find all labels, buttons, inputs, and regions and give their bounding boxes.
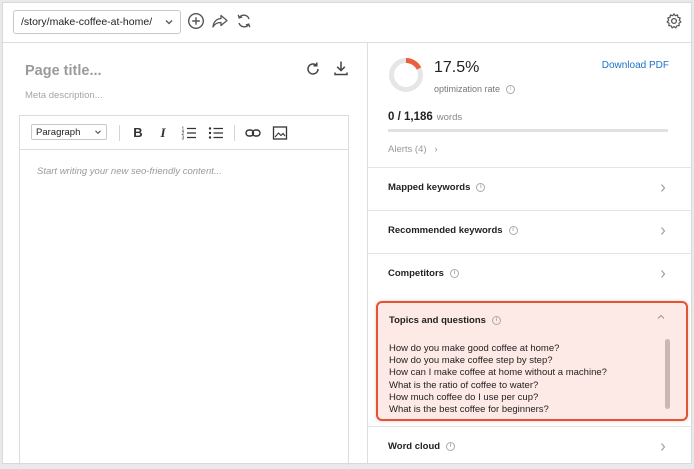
- paragraph-style-select[interactable]: Paragraph: [31, 124, 107, 140]
- sync-icon[interactable]: [235, 12, 253, 30]
- mapped-keywords-title: Mapped keywords: [388, 182, 471, 193]
- optimization-rate-ring: [389, 58, 423, 92]
- url-path-value: /story/make-coffee-at-home/: [21, 16, 153, 28]
- word-count: 0 / 1,186 words: [388, 111, 462, 123]
- word-count-value: 0 / 1,186: [388, 111, 433, 123]
- question-item[interactable]: How much coffee do I use per cup?: [389, 392, 607, 404]
- section-topics-and-questions[interactable]: Topics and questions i How do you make go…: [376, 301, 688, 421]
- word-count-progress: [388, 129, 668, 132]
- chevron-up-icon[interactable]: [656, 313, 666, 321]
- page-title-input[interactable]: Page title...: [25, 63, 102, 79]
- questions-list: How do you make good coffee at home? How…: [389, 343, 607, 416]
- chevron-right-icon: [661, 443, 666, 451]
- info-icon[interactable]: i: [449, 268, 459, 278]
- section-competitors[interactable]: Competitors i: [368, 254, 691, 296]
- content-placeholder[interactable]: Start writing your new seo-friendly cont…: [37, 166, 222, 177]
- link-icon[interactable]: [245, 125, 261, 141]
- info-icon[interactable]: i: [446, 441, 456, 451]
- topics-title: Topics and questions: [389, 315, 486, 326]
- chevron-down-icon: [95, 130, 101, 135]
- meta-description-input[interactable]: Meta description...: [25, 90, 103, 101]
- gear-icon[interactable]: [665, 12, 683, 30]
- chevron-right-icon: [661, 227, 666, 235]
- paragraph-style-value: Paragraph: [36, 127, 81, 138]
- info-icon[interactable]: i: [476, 182, 486, 192]
- image-icon[interactable]: [272, 125, 288, 141]
- chevron-right-icon: [661, 270, 666, 278]
- optimization-rate-text: optimization rate: [434, 84, 501, 94]
- toolbar-divider: [234, 125, 235, 141]
- alerts-toggle[interactable]: Alerts (4) ›: [388, 144, 438, 155]
- info-icon[interactable]: i: [508, 225, 518, 235]
- optimization-rate-label: optimization rate i: [434, 84, 516, 95]
- share-icon[interactable]: [211, 12, 229, 30]
- app-window: /story/make-coffee-at-home/ Page title..…: [2, 2, 692, 465]
- chevron-right-icon: ›: [434, 144, 438, 155]
- chevron-right-icon: [661, 184, 666, 192]
- section-recommended-keywords[interactable]: Recommended keywords i: [368, 211, 691, 253]
- bold-icon[interactable]: B: [130, 125, 146, 141]
- section-label: Topics and questions i: [389, 315, 501, 326]
- question-item[interactable]: How can I make coffee at home without a …: [389, 367, 607, 379]
- toolbar-divider: [119, 125, 120, 141]
- section-label: Word cloud i: [388, 441, 456, 452]
- chevron-down-icon: [165, 20, 173, 25]
- editor-toolbar: Paragraph B I 123: [20, 116, 348, 150]
- question-item[interactable]: How do you make good coffee at home?: [389, 343, 607, 355]
- section-mapped-keywords[interactable]: Mapped keywords i: [368, 168, 691, 210]
- words-label: words: [436, 112, 463, 123]
- question-item[interactable]: What is the best coffee for beginners?: [389, 404, 607, 416]
- question-item[interactable]: What is the ratio of coffee to water?: [389, 380, 607, 392]
- download-icon[interactable]: [333, 60, 349, 76]
- top-toolbar: /story/make-coffee-at-home/: [3, 3, 691, 43]
- alerts-label: Alerts (4): [388, 144, 427, 155]
- download-pdf-link[interactable]: Download PDF: [602, 60, 669, 71]
- section-label: Competitors i: [388, 268, 459, 279]
- info-icon[interactable]: i: [506, 85, 516, 95]
- questions-scrollbar[interactable]: [665, 339, 670, 409]
- section-word-cloud[interactable]: Word cloud i: [368, 427, 691, 469]
- ordered-list-icon[interactable]: 123: [181, 125, 197, 141]
- question-item[interactable]: How do you make coffee step by step?: [389, 355, 607, 367]
- optimization-rate-value: 17.5%: [434, 59, 480, 76]
- url-path-select[interactable]: /story/make-coffee-at-home/: [13, 10, 181, 34]
- add-circle-icon[interactable]: [187, 12, 205, 30]
- editor-column: Page title... Meta description... Paragr…: [3, 43, 367, 465]
- bulleted-list-icon[interactable]: [208, 125, 224, 141]
- info-icon[interactable]: i: [491, 315, 501, 325]
- section-label: Mapped keywords i: [388, 182, 486, 193]
- svg-text:3: 3: [182, 136, 185, 142]
- refresh-icon[interactable]: [305, 61, 321, 77]
- word-cloud-title: Word cloud: [388, 441, 441, 452]
- competitors-title: Competitors: [388, 268, 444, 279]
- content-editor: Paragraph B I 123 Start writing your new…: [19, 115, 349, 465]
- section-label: Recommended keywords i: [388, 225, 518, 236]
- optimization-panel: 17.5% optimization rate i Download PDF 0 …: [367, 43, 691, 463]
- recommended-keywords-title: Recommended keywords: [388, 225, 503, 236]
- italic-icon[interactable]: I: [155, 125, 171, 141]
